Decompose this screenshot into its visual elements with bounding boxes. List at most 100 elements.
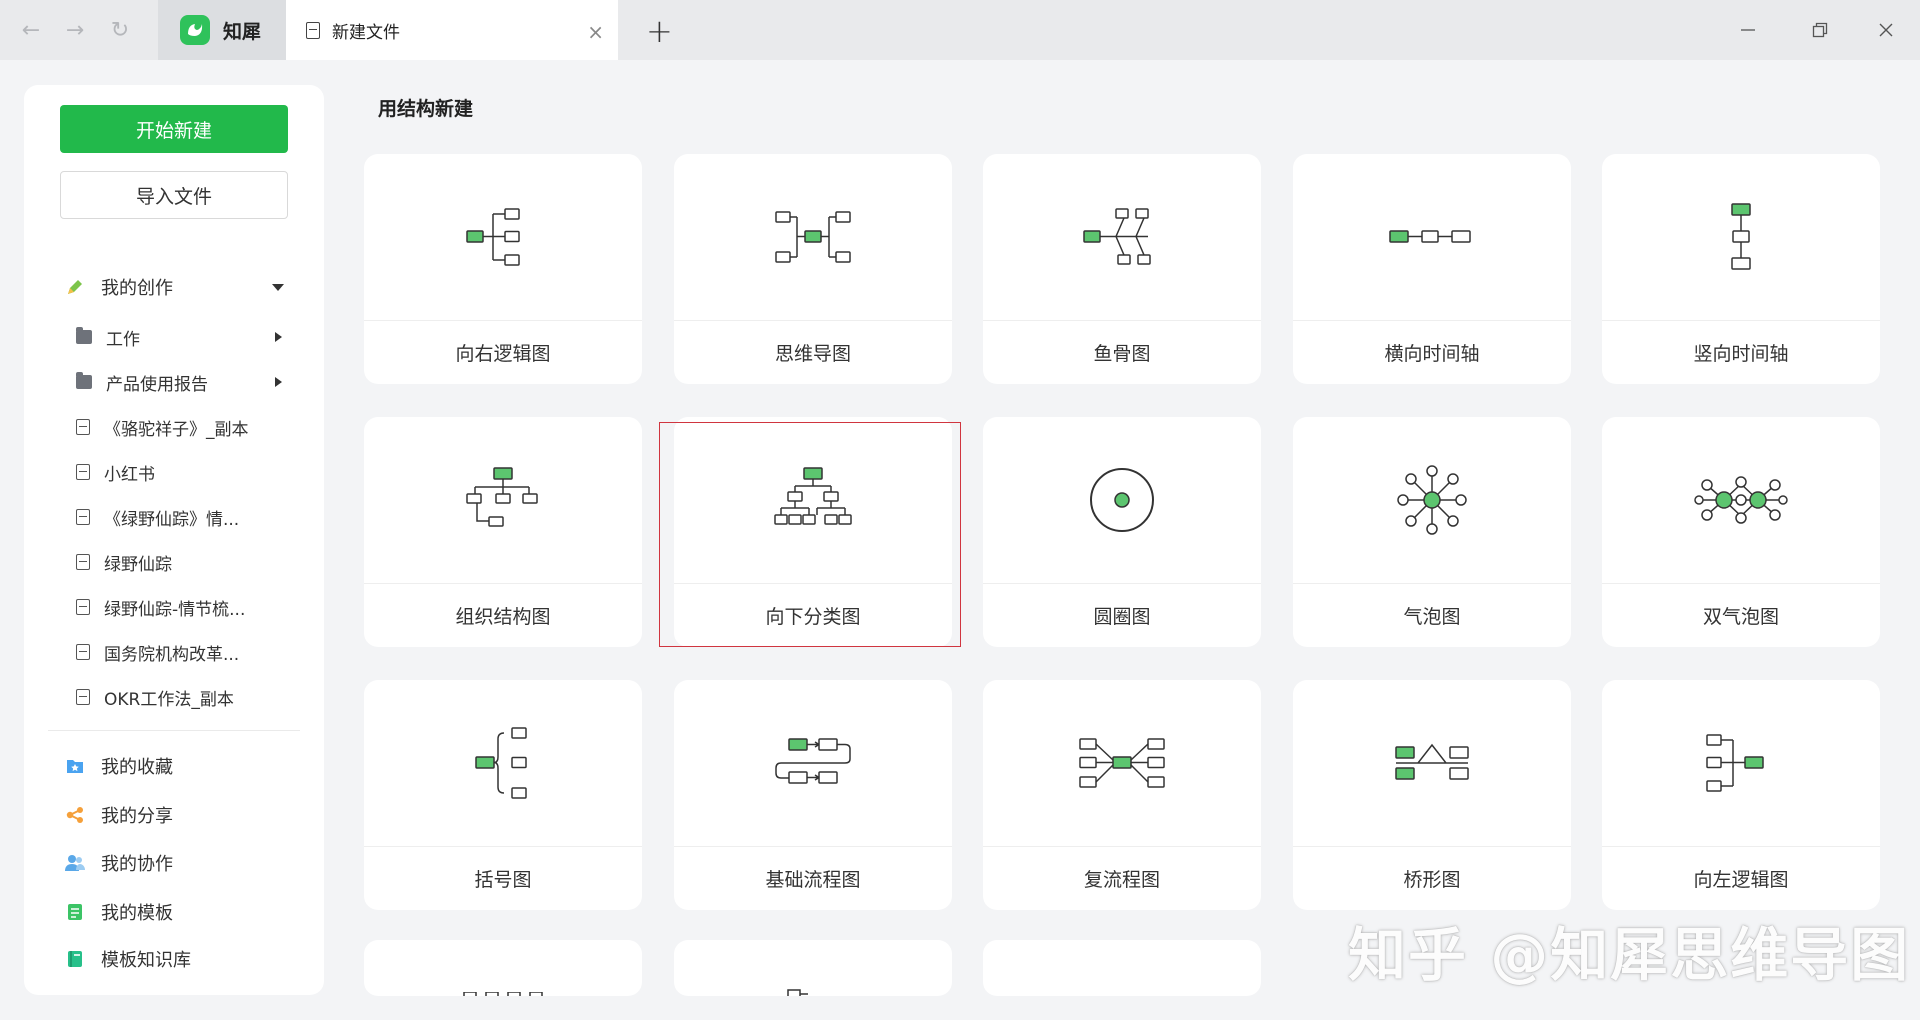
file-label: 《骆驼祥子》_副本	[104, 419, 249, 440]
structure-card-fishbone[interactable]: 鱼骨图	[983, 154, 1261, 384]
forward-icon[interactable]: →	[62, 17, 88, 43]
back-icon[interactable]: ←	[18, 17, 44, 43]
structure-card-bridge-map[interactable]: 桥形图	[1293, 680, 1571, 910]
sidebar-item-collaboration[interactable]: 我的协作	[24, 843, 324, 883]
card-label: 圆圈图	[1093, 606, 1151, 628]
sidebar-file[interactable]: 《绿野仙踪》情...	[24, 497, 324, 537]
folder-label: 产品使用报告	[106, 374, 208, 395]
file-label: OKR工作法_副本	[104, 689, 234, 710]
sidebar-item-templates[interactable]: 我的模板	[24, 892, 324, 932]
folder-icon	[76, 372, 92, 389]
chevron-right-icon[interactable]	[275, 377, 282, 387]
right-logic-chart-icon	[364, 154, 642, 320]
folder-icon	[76, 327, 92, 344]
close-tab-icon[interactable]: ×	[587, 20, 604, 44]
file-label: 绿野仙踪	[104, 554, 172, 575]
structure-card-org-chart[interactable]: 组织结构图	[364, 417, 642, 647]
app-logo-icon	[180, 15, 210, 45]
tab-title: 新建文件	[332, 22, 400, 43]
sidebar-item-my-creations[interactable]: 我的创作	[24, 267, 324, 307]
structure-card-vertical-timeline[interactable]: 竖向时间轴	[1602, 154, 1880, 384]
sidebar-item-favorites[interactable]: 我的收藏	[24, 746, 324, 786]
tab-app-home[interactable]: 知犀	[158, 0, 286, 60]
sidebar-folder-work[interactable]: 工作	[24, 317, 324, 357]
sidebar-folder-product-report[interactable]: 产品使用报告	[24, 362, 324, 402]
minimize-icon[interactable]	[1733, 16, 1763, 44]
structure-card-horizontal-timeline[interactable]: 横向时间轴	[1293, 154, 1571, 384]
app-name: 知犀	[223, 20, 262, 43]
sidebar-file[interactable]: 绿野仙踪	[24, 542, 324, 582]
brace-map-icon	[364, 680, 642, 846]
sidebar-item-share[interactable]: 我的分享	[24, 795, 324, 835]
card-label: 基础流程图	[765, 869, 861, 891]
card-label: 气泡图	[1403, 606, 1461, 628]
structure-card-partial[interactable]	[983, 940, 1261, 996]
new-tab-button[interactable]: +	[646, 12, 673, 50]
structure-card-basic-flowchart[interactable]: 基础流程图	[674, 680, 952, 910]
structure-card-right-logic[interactable]: 向右逻辑图	[364, 154, 642, 384]
sidebar-item-label: 我的收藏	[101, 757, 173, 778]
file-icon	[76, 464, 90, 480]
card-label: 双气泡图	[1702, 606, 1779, 628]
document-icon	[306, 21, 320, 39]
sidebar-divider	[48, 730, 300, 731]
card-label: 桥形图	[1403, 869, 1461, 891]
sidebar-item-label: 我的分享	[101, 806, 173, 827]
structure-card-partial[interactable]	[364, 940, 642, 996]
sidebar-item-label: 我的模板	[101, 903, 173, 924]
file-icon	[76, 599, 90, 615]
vertical-timeline-icon	[1602, 154, 1880, 320]
close-window-icon[interactable]	[1871, 16, 1901, 44]
structure-card-bubble-map[interactable]: 气泡图	[1293, 417, 1571, 647]
favorites-icon	[64, 755, 86, 777]
file-icon	[76, 509, 90, 525]
structure-card-circle-map[interactable]: 圆圈图	[983, 417, 1261, 647]
basic-flowchart-icon	[674, 680, 952, 846]
chevron-down-icon[interactable]	[272, 284, 284, 291]
structure-card-left-logic[interactable]: 向左逻辑图	[1602, 680, 1880, 910]
file-label: 绿野仙踪-情节梳...	[104, 599, 246, 620]
card-label: 组织结构图	[455, 606, 551, 628]
structure-card-mind-map[interactable]: 思维导图	[674, 154, 952, 384]
share-icon	[64, 804, 86, 826]
file-label: 小红书	[104, 464, 155, 485]
file-icon	[76, 644, 90, 660]
start-new-button[interactable]: 开始新建	[60, 105, 288, 153]
restore-icon[interactable]	[1805, 16, 1835, 44]
knowledge-base-icon	[64, 948, 86, 970]
circle-map-icon	[983, 417, 1261, 583]
collaboration-icon	[64, 852, 86, 874]
bridge-map-icon	[1293, 680, 1571, 846]
sidebar-file[interactable]: 小红书	[24, 452, 324, 492]
horizontal-timeline-icon	[1293, 154, 1571, 320]
structure-card-brace-map[interactable]: 括号图	[364, 680, 642, 910]
import-file-button[interactable]: 导入文件	[60, 171, 288, 219]
structure-card-downward-tree[interactable]: 向下分类图	[674, 417, 952, 647]
card-label: 横向时间轴	[1384, 343, 1480, 365]
sidebar-item-label: 我的创作	[101, 278, 173, 299]
structure-card-multi-flowchart[interactable]: 复流程图	[983, 680, 1261, 910]
folder-label: 工作	[106, 329, 140, 350]
left-logic-chart-icon	[1602, 680, 1880, 846]
structure-card-double-bubble-map[interactable]: 双气泡图	[1602, 417, 1880, 647]
card-label: 向左逻辑图	[1693, 869, 1789, 891]
sidebar-file[interactable]: OKR工作法_副本	[24, 677, 324, 717]
file-label: 《绿野仙踪》情...	[104, 509, 240, 530]
sidebar-file[interactable]: 《骆驼祥子》_副本	[24, 407, 324, 447]
double-bubble-map-icon	[1602, 417, 1880, 583]
refresh-icon[interactable]: ↻	[107, 17, 133, 43]
sidebar-item-knowledge-base[interactable]: 模板知识库	[24, 939, 324, 979]
card-label: 复流程图	[1083, 869, 1160, 891]
sidebar-file[interactable]: 国务院机构改革...	[24, 632, 324, 672]
tab-new-file[interactable]: 新建文件 ×	[286, 0, 618, 60]
structure-card-partial[interactable]	[674, 940, 952, 996]
template-icon	[64, 901, 86, 923]
sidebar-item-label: 我的协作	[101, 854, 173, 875]
card-label: 向右逻辑图	[455, 343, 551, 365]
card-label: 思维导图	[774, 343, 851, 365]
sidebar: 开始新建 导入文件 我的创作 工作 产品使用报告 《骆驼祥子》_副本 小红书 《…	[24, 85, 324, 995]
sidebar-file[interactable]: 绿野仙踪-情节梳...	[24, 587, 324, 627]
multi-flowchart-icon	[983, 680, 1261, 846]
title-bar: ← → ↻ 知犀 新建文件 × +	[0, 0, 1920, 60]
chevron-right-icon[interactable]	[275, 332, 282, 342]
